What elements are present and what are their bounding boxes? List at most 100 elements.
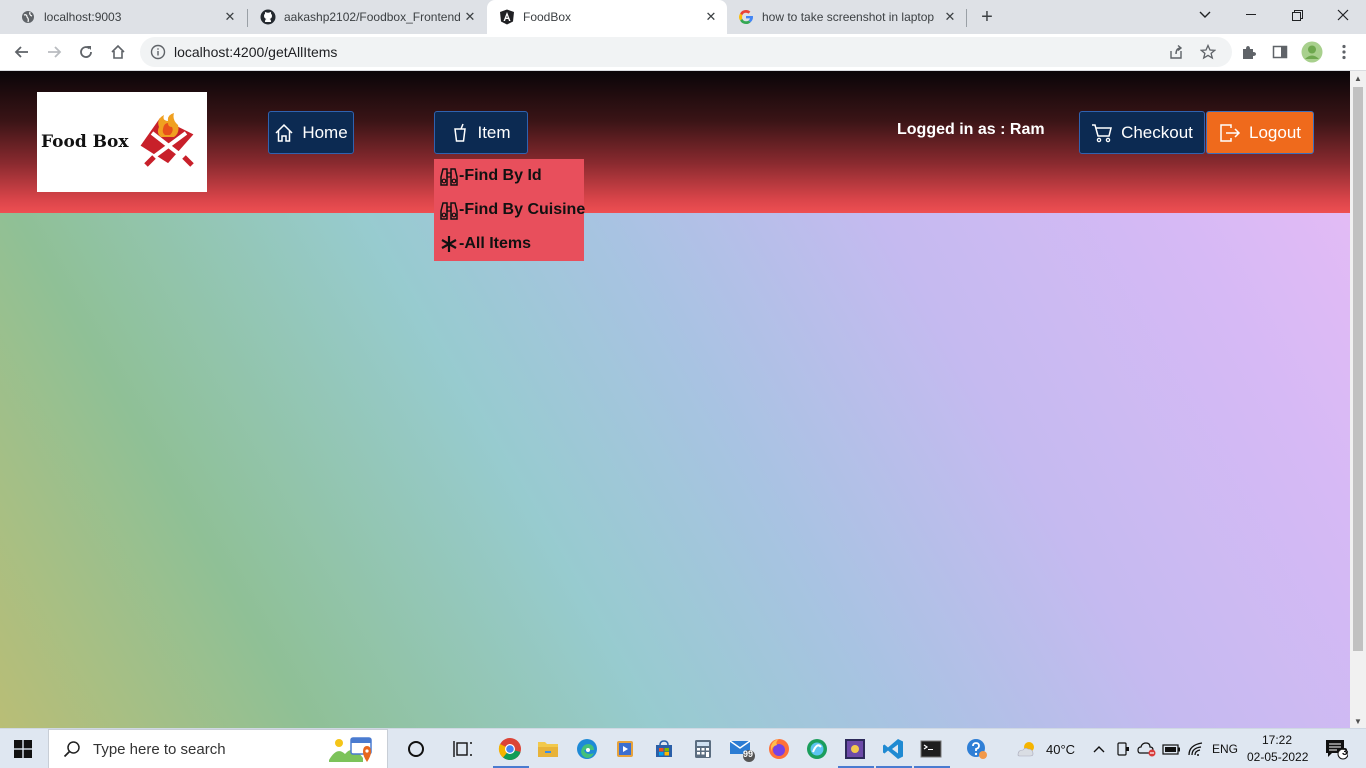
app-navbar: Food Box Home Item Logged in as : Ram Ch…	[0, 71, 1350, 213]
home-button[interactable]: Home	[268, 111, 354, 154]
file-explorer-icon[interactable]	[529, 729, 567, 768]
tab-strip: localhost:9003 ✕ aakashp2102/Foodbox_Fro…	[0, 0, 1366, 34]
logo-emblem-icon	[141, 113, 195, 167]
windows-taskbar: Type here to search 99 40°C ENG 17:22 02…	[0, 728, 1366, 768]
menu-item-label: -Find By Id	[459, 167, 542, 184]
item-dropdown-button[interactable]: Item	[434, 111, 528, 154]
side-panel-icon[interactable]	[1266, 38, 1294, 66]
back-button[interactable]	[8, 38, 36, 66]
new-tab-button[interactable]: +	[976, 6, 998, 28]
vscode-icon[interactable]	[874, 729, 912, 768]
globe-icon	[20, 9, 36, 25]
profile-avatar[interactable]	[1298, 38, 1326, 66]
close-icon[interactable]: ✕	[940, 7, 960, 27]
restore-button[interactable]	[1274, 0, 1320, 30]
notification-count: 3	[1342, 747, 1348, 758]
tab-title: localhost:9003	[44, 10, 122, 24]
site-info-icon[interactable]	[150, 44, 166, 60]
close-icon[interactable]: ✕	[460, 7, 480, 27]
logout-button-label: Logout	[1249, 122, 1301, 142]
notification-center-icon[interactable]: 3	[1316, 729, 1356, 768]
temperature-text: 40°C	[1046, 742, 1076, 757]
close-icon[interactable]: ✕	[701, 7, 721, 27]
media-player-icon[interactable]	[606, 729, 644, 768]
scrollbar-thumb[interactable]	[1353, 87, 1363, 651]
home-icon	[275, 123, 293, 142]
logout-button[interactable]: Logout	[1206, 111, 1314, 154]
app-icon-blue-circle[interactable]	[798, 729, 836, 768]
share-icon[interactable]	[1162, 38, 1190, 66]
scroll-down-arrow[interactable]: ▼	[1350, 714, 1366, 728]
tray-network-cloud-icon[interactable]	[1135, 729, 1159, 768]
menu-item-find-by-id[interactable]: -Find By Id	[434, 159, 584, 193]
help-icon[interactable]	[958, 729, 996, 768]
home-browser-button[interactable]	[104, 38, 132, 66]
clock-time[interactable]: 17:22	[1262, 733, 1292, 747]
wifi-icon[interactable]	[1185, 729, 1209, 768]
home-button-label: Home	[302, 122, 348, 142]
menu-item-label: -All Items	[459, 235, 532, 252]
binoculars-icon	[440, 168, 458, 186]
menu-item-find-by-cuisine[interactable]: -Find By Cuisine	[434, 193, 586, 227]
asterisk-icon	[441, 236, 457, 252]
binoculars-icon	[440, 202, 458, 220]
cart-icon	[1092, 123, 1113, 142]
search-placeholder: Type here to search	[93, 740, 226, 758]
browser-tab-1[interactable]: localhost:9003 ✕	[0, 0, 246, 34]
checkout-button[interactable]: Checkout	[1079, 111, 1205, 154]
page-scrollbar[interactable]: ▲ ▼	[1350, 71, 1366, 728]
browser-tab-4[interactable]: how to take screenshot in laptop ✕	[728, 0, 966, 34]
browser-tab-3-active[interactable]: FoodBox ✕	[487, 0, 727, 34]
logout-icon	[1220, 123, 1241, 142]
cortana-icon[interactable]	[397, 729, 435, 768]
page-viewport: Food Box Home Item Logged in as : Ram Ch…	[0, 71, 1350, 728]
logged-in-status: Logged in as : Ram	[897, 121, 1045, 138]
task-view-icon[interactable]	[444, 729, 482, 768]
cup-icon	[454, 123, 467, 142]
store-icon[interactable]	[645, 729, 683, 768]
close-icon[interactable]: ✕	[220, 7, 240, 27]
chrome-taskbar-icon[interactable]	[491, 729, 529, 768]
browser-tab-2[interactable]: aakashp2102/Foodbox_Frontend ✕	[248, 0, 486, 34]
bookmark-star-icon[interactable]	[1194, 38, 1222, 66]
weather-icon	[1008, 729, 1046, 768]
github-icon	[260, 9, 276, 25]
chevron-up-icon[interactable]	[1088, 729, 1110, 768]
tab-search-button[interactable]	[1182, 0, 1228, 30]
battery-icon[interactable]	[1160, 729, 1184, 768]
terminal-icon[interactable]	[912, 729, 950, 768]
app-icon-game[interactable]	[836, 729, 874, 768]
tab-divider	[966, 9, 967, 27]
scroll-up-arrow[interactable]: ▲	[1350, 71, 1366, 85]
checkout-button-label: Checkout	[1121, 122, 1193, 142]
calculator-icon[interactable]	[684, 729, 722, 768]
clock-date[interactable]: 02-05-2022	[1247, 750, 1308, 764]
item-dropdown-menu: -Find By Id -Find By Cuisine -All Items	[434, 159, 586, 261]
foodbox-logo[interactable]: Food Box	[37, 92, 207, 192]
windows-start-icon[interactable]	[4, 729, 42, 768]
tab-title: aakashp2102/Foodbox_Frontend	[284, 10, 460, 24]
chrome-menu-icon[interactable]	[1330, 38, 1358, 66]
tray-device-icon[interactable]	[1112, 729, 1134, 768]
menu-item-all-items[interactable]: -All Items	[434, 227, 584, 261]
taskbar-search-input[interactable]: Type here to search	[48, 729, 388, 768]
search-icon	[63, 741, 80, 758]
mail-icon[interactable]: 99	[723, 729, 761, 768]
extensions-icon[interactable]	[1234, 38, 1262, 66]
logo-text: Food Box	[41, 132, 129, 152]
language-indicator[interactable]: ENG	[1212, 742, 1238, 756]
minimize-button[interactable]	[1228, 0, 1274, 30]
reload-button[interactable]	[72, 38, 100, 66]
edge-icon[interactable]	[568, 729, 606, 768]
firefox-icon[interactable]	[760, 729, 798, 768]
menu-item-label: -Find By Cuisine	[459, 201, 586, 218]
close-window-button[interactable]	[1320, 0, 1366, 30]
tab-title: FoodBox	[523, 10, 572, 24]
address-bar[interactable]: localhost:4200/getAllItems	[140, 37, 1232, 67]
browser-toolbar: localhost:4200/getAllItems	[0, 34, 1366, 71]
tab-title: how to take screenshot in laptop	[762, 10, 935, 24]
item-button-label: Item	[477, 122, 511, 142]
forward-button[interactable]	[40, 38, 68, 66]
mail-badge: 99	[743, 749, 754, 759]
search-highlight-icon	[329, 737, 372, 762]
